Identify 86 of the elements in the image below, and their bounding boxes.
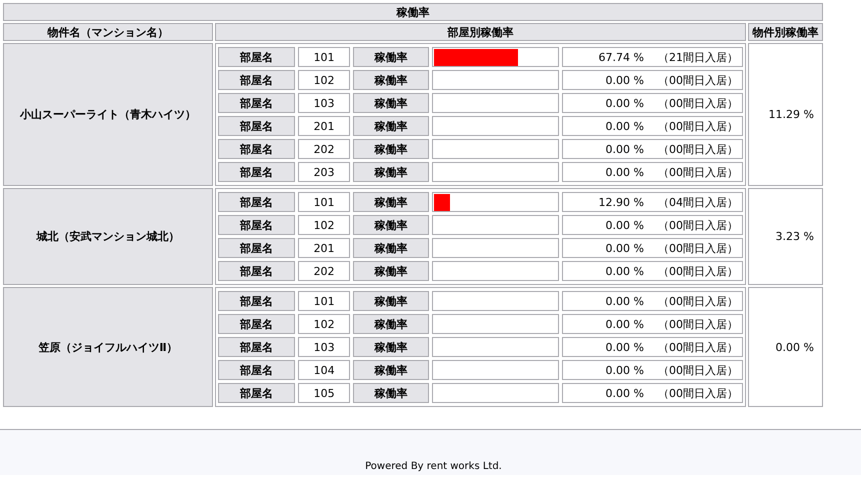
table-title: 稼働率: [3, 3, 823, 21]
footer-credit: Powered By rent works Ltd.: [365, 461, 502, 472]
room-number: 203: [298, 162, 350, 182]
move-in-note: （00間日入居）: [658, 242, 738, 254]
rate-label: 稼働率: [352, 192, 430, 212]
move-in-note: （00間日入居）: [658, 318, 738, 330]
rate-label: 稼働率: [352, 261, 430, 281]
rate-value: 0.00 %: [606, 142, 644, 156]
room-label: 部屋名: [218, 70, 296, 90]
rate-value: 0.00 %: [606, 340, 644, 354]
rate-label: 稼働率: [352, 238, 430, 258]
room-number: 103: [298, 93, 350, 113]
room-label: 部屋名: [218, 337, 296, 357]
room-label: 部屋名: [218, 116, 296, 136]
rate-value: 0.00 %: [606, 294, 644, 308]
rate-value: 67.74 %: [598, 50, 644, 64]
move-in-note: （00間日入居）: [658, 386, 738, 400]
rate-value: 0.00 %: [606, 96, 644, 110]
room-label: 部屋名: [218, 291, 296, 311]
rate-label: 稼働率: [352, 70, 430, 90]
rate-label: 稼働率: [352, 139, 430, 159]
move-in-note: （00間日入居）: [658, 264, 738, 278]
column-header: 物件別稼働率: [748, 23, 823, 41]
rate-label: 稼働率: [352, 337, 430, 357]
rate-label: 稼働率: [352, 162, 430, 182]
room-number: 102: [298, 314, 350, 334]
move-in-note: （00間日入居）: [658, 218, 738, 232]
room-number: 201: [298, 116, 350, 136]
property-name: 小山スーパーライト（青木ハイツ）: [3, 43, 213, 186]
move-in-note: （04間日入居）: [658, 196, 738, 208]
move-in-note: （00間日入居）: [658, 142, 738, 156]
move-in-note: （00間日入居）: [658, 120, 738, 132]
room-number: 202: [298, 261, 350, 281]
room-number: 101: [298, 47, 350, 67]
room-label: 部屋名: [218, 261, 296, 281]
rate-value: 0.00 %: [606, 318, 644, 330]
rate-value: 0.00 %: [606, 166, 644, 178]
move-in-note: （00間日入居）: [658, 74, 738, 86]
property-name: 笠原（ジョイフルハイツⅡ）: [3, 287, 213, 407]
column-header: 物件名（マンション名）: [3, 23, 213, 41]
room-number: 102: [298, 70, 350, 90]
room-label: 部屋名: [218, 93, 296, 113]
property-rate: 0.00 %: [748, 287, 823, 407]
room-number: 101: [298, 291, 350, 311]
rate-label: 稼働率: [352, 314, 430, 334]
rate-value: 12.90 %: [598, 196, 644, 208]
room-number: 101: [298, 192, 350, 212]
rate-label: 稼働率: [352, 360, 430, 380]
move-in-note: （00間日入居）: [658, 294, 738, 308]
room-label: 部屋名: [218, 383, 296, 403]
room-label: 部屋名: [218, 238, 296, 258]
rate-value: 0.00 %: [606, 218, 644, 232]
property-rate: 11.29 %: [748, 43, 823, 186]
rate-label: 稼働率: [352, 47, 430, 67]
rate-label: 稼働率: [352, 383, 430, 403]
room-number: 104: [298, 360, 350, 380]
room-label: 部屋名: [218, 192, 296, 212]
property-rate: 3.23 %: [748, 188, 823, 285]
rate-label: 稼働率: [352, 93, 430, 113]
move-in-note: （00間日入居）: [658, 364, 738, 376]
move-in-note: （00間日入居）: [658, 340, 738, 354]
column-header: 部屋別稼働率: [215, 23, 746, 41]
rate-value: 0.00 %: [606, 242, 644, 254]
move-in-note: （21間日入居）: [658, 50, 738, 64]
room-label: 部屋名: [218, 215, 296, 235]
room-label: 部屋名: [218, 360, 296, 380]
rate-value: 0.00 %: [606, 264, 644, 278]
room-number: 103: [298, 337, 350, 357]
rate-value: 0.00 %: [606, 364, 644, 376]
room-number: 102: [298, 215, 350, 235]
move-in-note: （00間日入居）: [658, 166, 738, 178]
rate-label: 稼働率: [352, 291, 430, 311]
rate-value: 0.00 %: [606, 386, 644, 400]
move-in-note: （00間日入居）: [658, 96, 738, 110]
room-label: 部屋名: [218, 139, 296, 159]
room-label: 部屋名: [218, 162, 296, 182]
rate-value: 0.00 %: [606, 120, 644, 132]
rate-value: 0.00 %: [606, 74, 644, 86]
room-label: 部屋名: [218, 314, 296, 334]
rate-label: 稼働率: [352, 215, 430, 235]
rate-label: 稼働率: [352, 116, 430, 136]
property-name: 城北（安武マンション城北）: [3, 188, 213, 285]
room-number: 201: [298, 238, 350, 258]
room-label: 部屋名: [218, 47, 296, 67]
room-number: 202: [298, 139, 350, 159]
room-number: 105: [298, 383, 350, 403]
